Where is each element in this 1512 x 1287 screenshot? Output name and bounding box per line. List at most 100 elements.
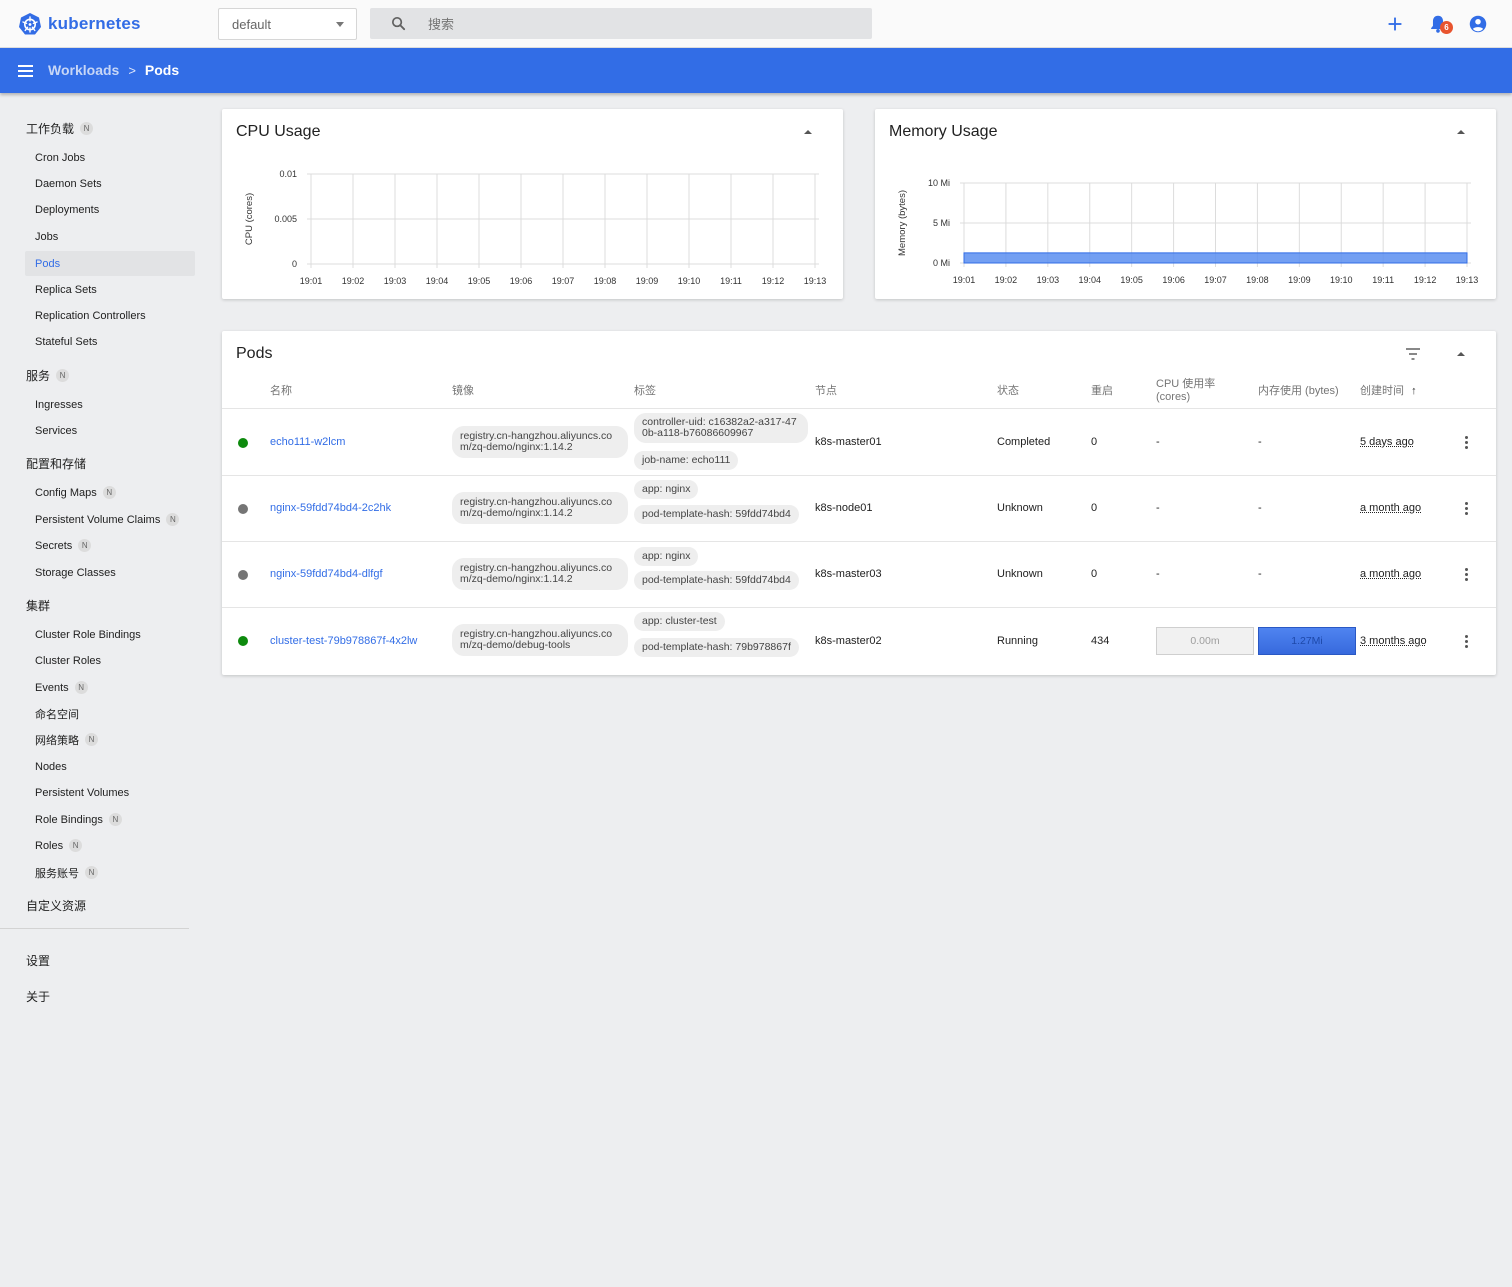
namespaced-badge: N bbox=[166, 513, 180, 526]
column-header-node: 节点 bbox=[815, 385, 837, 397]
pod-name-link[interactable]: echo111-w2lcm bbox=[270, 436, 345, 448]
y-tick-label: 10 Mi bbox=[928, 178, 950, 188]
sidebar-item-label: 命名空间 bbox=[35, 708, 79, 721]
search-bar[interactable] bbox=[370, 8, 872, 39]
sidebar-item-cron-jobs[interactable]: Cron Jobs bbox=[25, 145, 195, 170]
namespaced-badge: N bbox=[108, 813, 122, 826]
collapse-icon[interactable] bbox=[1457, 352, 1465, 356]
column-header-cpu: CPU 使用率 (cores) bbox=[1156, 378, 1215, 404]
more-vert-icon[interactable] bbox=[1465, 635, 1469, 650]
restarts-cell: 0 bbox=[1091, 568, 1098, 580]
label-chip: app: nginx bbox=[634, 547, 699, 566]
x-tick-label: 19:09 bbox=[636, 276, 659, 286]
sidebar-section-custom-resources[interactable]: 自定义资源 bbox=[26, 897, 86, 914]
status-cell: Unknown bbox=[997, 502, 1043, 514]
sidebar-item-nodes[interactable]: Nodes bbox=[25, 754, 195, 779]
sidebar-item-ingresses[interactable]: Ingresses bbox=[25, 392, 195, 417]
y-tick-label: 5 Mi bbox=[933, 218, 950, 228]
column-header-created[interactable]: 创建时间 ↑ bbox=[1360, 385, 1417, 398]
node-cell: k8s-master02 bbox=[815, 635, 882, 647]
sidebar-item-events[interactable]: Events N bbox=[25, 675, 195, 700]
sidebar-section-label: 工作负载 bbox=[26, 122, 75, 136]
memory-usage-card: Memory Usage 0 Mi 5 Mi 10 Mi 19:01 19:02 19:0… bbox=[875, 109, 1496, 299]
more-vert-icon[interactable] bbox=[1465, 568, 1469, 583]
breadcrumb-workloads[interactable]: Workloads bbox=[48, 62, 119, 78]
x-tick-label: 19:11 bbox=[1372, 275, 1394, 285]
sidebar-item-services[interactable]: Services bbox=[25, 418, 195, 443]
created-cell: a month ago bbox=[1360, 502, 1422, 514]
search-input[interactable] bbox=[428, 14, 828, 34]
sort-arrow-up-icon: ↑ bbox=[1411, 385, 1417, 397]
sidebar-section-label: 设置 bbox=[26, 954, 51, 968]
sidebar-item-persistent-volumes[interactable]: Persistent Volumes bbox=[25, 780, 195, 805]
sidebar: 工作负载 N Cron Jobs Daemon Sets Deployments… bbox=[0, 93, 200, 1287]
sidebar-item-service-accounts[interactable]: 服务账号 N bbox=[25, 860, 195, 885]
x-tick-label: 19:03 bbox=[1037, 275, 1060, 285]
status-dot-icon bbox=[238, 570, 248, 580]
sidebar-item-replication-controllers[interactable]: Replication Controllers bbox=[25, 303, 195, 328]
pod-name-link[interactable]: nginx-59fdd74bd4-2c2hk bbox=[270, 502, 391, 514]
label-chip: app: cluster-test bbox=[634, 612, 725, 631]
sidebar-item-cluster-roles[interactable]: Cluster Roles bbox=[25, 648, 195, 673]
column-header-labels: 标签 bbox=[634, 385, 656, 397]
more-vert-icon[interactable] bbox=[1465, 436, 1469, 451]
x-tick-label: 19:01 bbox=[953, 275, 976, 285]
column-header-name[interactable]: 名称 bbox=[270, 385, 292, 398]
x-tick-label: 19:06 bbox=[1162, 275, 1185, 285]
sidebar-item-label: Replication Controllers bbox=[35, 309, 146, 322]
image-chip: registry.cn-hangzhou.aliyuncs.com/zq-dem… bbox=[452, 558, 628, 590]
x-tick-label: 19:05 bbox=[468, 276, 491, 286]
kubernetes-logo[interactable]: kubernetes bbox=[18, 12, 141, 36]
restarts-cell: 0 bbox=[1091, 502, 1098, 514]
x-tick-label: 19:08 bbox=[594, 276, 617, 286]
x-tick-label: 19:03 bbox=[384, 276, 407, 286]
sidebar-item-roles[interactable]: Roles N bbox=[25, 833, 195, 858]
label-chip: app: nginx bbox=[634, 480, 699, 499]
add-icon[interactable] bbox=[1384, 13, 1406, 35]
sidebar-section-workloads[interactable]: 工作负载 N bbox=[26, 120, 94, 137]
namespaced-badge: N bbox=[69, 839, 83, 852]
x-tick-label: 19:10 bbox=[678, 276, 701, 286]
table-row: nginx-59fdd74bd4-dlfgf registry.cn-hangz… bbox=[222, 541, 1496, 608]
sidebar-item-cluster-role-bindings[interactable]: Cluster Role Bindings bbox=[25, 622, 195, 647]
sidebar-item-storage-classes[interactable]: Storage Classes bbox=[25, 560, 195, 585]
sidebar-item-namespaces[interactable]: 命名空间 bbox=[25, 701, 195, 726]
sidebar-item-replica-sets[interactable]: Replica Sets bbox=[25, 277, 195, 302]
y-axis-label: CPU (cores) bbox=[244, 193, 255, 245]
sidebar-item-config-maps[interactable]: Config Maps N bbox=[25, 480, 195, 505]
pod-name-link[interactable]: nginx-59fdd74bd4-dlfgf bbox=[270, 568, 383, 580]
filter-icon[interactable] bbox=[1406, 348, 1420, 360]
sidebar-section-services[interactable]: 服务 N bbox=[26, 367, 70, 384]
node-cell: k8s-master01 bbox=[815, 436, 882, 448]
memory-usage-chart: 0 Mi 5 Mi 10 Mi 19:01 19:02 19:03 19:04 19:05 19… bbox=[897, 178, 1478, 285]
status-dot-icon bbox=[238, 636, 248, 646]
sidebar-item-daemon-sets[interactable]: Daemon Sets bbox=[25, 171, 195, 196]
sidebar-item-deployments[interactable]: Deployments bbox=[25, 197, 195, 222]
sidebar-item-pods[interactable]: Pods bbox=[25, 251, 195, 276]
account-circle-icon[interactable] bbox=[1467, 13, 1489, 35]
sidebar-item-label: Services bbox=[35, 424, 78, 437]
more-vert-icon[interactable] bbox=[1465, 502, 1469, 517]
sidebar-item-settings[interactable]: 设置 bbox=[26, 952, 50, 969]
image-chip: registry.cn-hangzhou.aliyuncs.com/zq-dem… bbox=[452, 624, 628, 656]
sidebar-item-about[interactable]: 关于 bbox=[26, 988, 50, 1005]
sidebar-item-persistent-volume-claims[interactable]: Persistent Volume Claims N bbox=[25, 507, 195, 532]
sidebar-item-label: Replica Sets bbox=[35, 283, 97, 296]
namespace-select[interactable]: default bbox=[218, 8, 357, 40]
x-tick-label: 19:04 bbox=[426, 276, 449, 286]
sidebar-item-network-policies[interactable]: 网络策略 N bbox=[25, 727, 195, 752]
column-header-status: 状态 bbox=[997, 385, 1019, 397]
namespaced-badge: N bbox=[74, 681, 88, 694]
sidebar-item-secrets[interactable]: Secrets N bbox=[25, 533, 195, 558]
kubernetes-wheel-icon bbox=[19, 13, 41, 35]
x-tick-label: 19:02 bbox=[342, 276, 365, 286]
breadcrumb-current: Pods bbox=[144, 62, 180, 78]
sidebar-item-stateful-sets[interactable]: Stateful Sets bbox=[25, 329, 195, 354]
sidebar-section-cluster[interactable]: 集群 bbox=[26, 597, 50, 614]
pod-name-link[interactable]: cluster-test-79b978867f-4x2lw bbox=[270, 635, 417, 647]
sidebar-section-config-storage[interactable]: 配置和存储 bbox=[26, 455, 86, 472]
status-dot-icon bbox=[238, 438, 248, 448]
sidebar-item-jobs[interactable]: Jobs bbox=[25, 224, 195, 249]
menu-icon[interactable] bbox=[18, 65, 33, 77]
sidebar-item-role-bindings[interactable]: Role Bindings N bbox=[25, 807, 195, 832]
